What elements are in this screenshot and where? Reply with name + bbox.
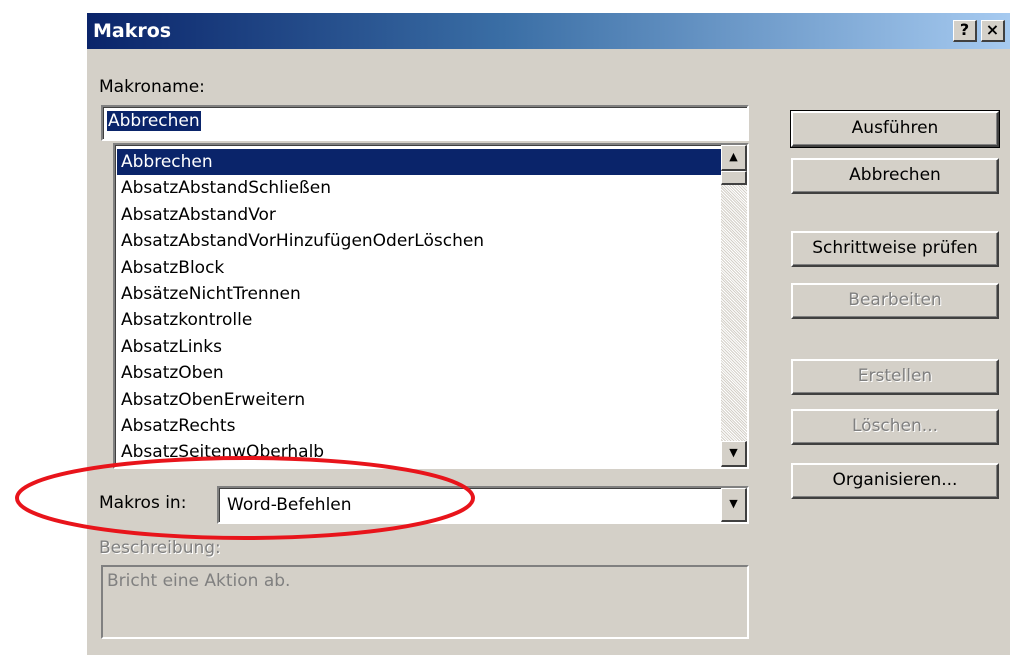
organizer-button[interactable]: Organisieren... xyxy=(791,463,999,499)
macro-list-items: Abbrechen AbsatzAbstandSchließen AbsatzAbs… xyxy=(117,149,721,466)
window-title: Makros xyxy=(93,20,172,42)
scroll-down-icon[interactable]: ▼ xyxy=(721,441,747,467)
description-text: Bricht eine Aktion ab. xyxy=(107,571,291,591)
macro-list[interactable]: Abbrechen AbsatzAbstandSchließen AbsatzAbs… xyxy=(113,143,749,469)
list-item[interactable]: AbsatzAbstandSchließen xyxy=(117,175,721,201)
macros-dialog: Makros ? × Makroname: Abbrechen Abbreche… xyxy=(86,12,1010,655)
list-item[interactable]: AbsatzBlock xyxy=(117,255,721,281)
edit-button[interactable]: Bearbeiten xyxy=(791,283,999,319)
list-item[interactable]: AbsatzRechts xyxy=(117,413,721,439)
description-box: Bricht eine Aktion ab. xyxy=(101,565,749,639)
step-into-button[interactable]: Schrittweise prüfen xyxy=(791,231,999,267)
macro-name-label: Makroname: xyxy=(99,77,205,97)
list-item[interactable]: AbsatzObenErweitern xyxy=(117,387,721,413)
annotation-ellipse xyxy=(15,456,475,540)
run-button[interactable]: Ausführen xyxy=(790,110,1000,148)
close-button[interactable]: × xyxy=(981,20,1005,42)
list-item[interactable]: AbsatzOben xyxy=(117,360,721,386)
scroll-up-icon[interactable]: ▲ xyxy=(721,145,747,171)
macro-name-input[interactable]: Abbrechen xyxy=(101,105,749,141)
macro-name-value: Abbrechen xyxy=(107,111,201,131)
delete-button[interactable]: Löschen... xyxy=(791,409,999,445)
cancel-button[interactable]: Abbrechen xyxy=(791,158,999,194)
scroll-thumb[interactable] xyxy=(721,171,747,185)
chevron-down-icon[interactable]: ▼ xyxy=(721,488,747,522)
create-button[interactable]: Erstellen xyxy=(791,359,999,395)
list-item[interactable]: AbsatzLinks xyxy=(117,334,721,360)
list-item[interactable]: Absatzkontrolle xyxy=(117,307,721,333)
list-item[interactable]: AbsatzAbstandVorHinzufügenOderLöschen xyxy=(117,228,721,254)
list-item[interactable]: AbsätzeNichtTrennen xyxy=(117,281,721,307)
list-scrollbar[interactable]: ▲ ▼ xyxy=(721,145,747,467)
help-button[interactable]: ? xyxy=(953,20,977,42)
list-item[interactable]: Abbrechen xyxy=(117,149,721,176)
title-bar[interactable]: Makros ? × xyxy=(87,13,1010,49)
list-item[interactable]: AbsatzAbstandVor xyxy=(117,202,721,228)
